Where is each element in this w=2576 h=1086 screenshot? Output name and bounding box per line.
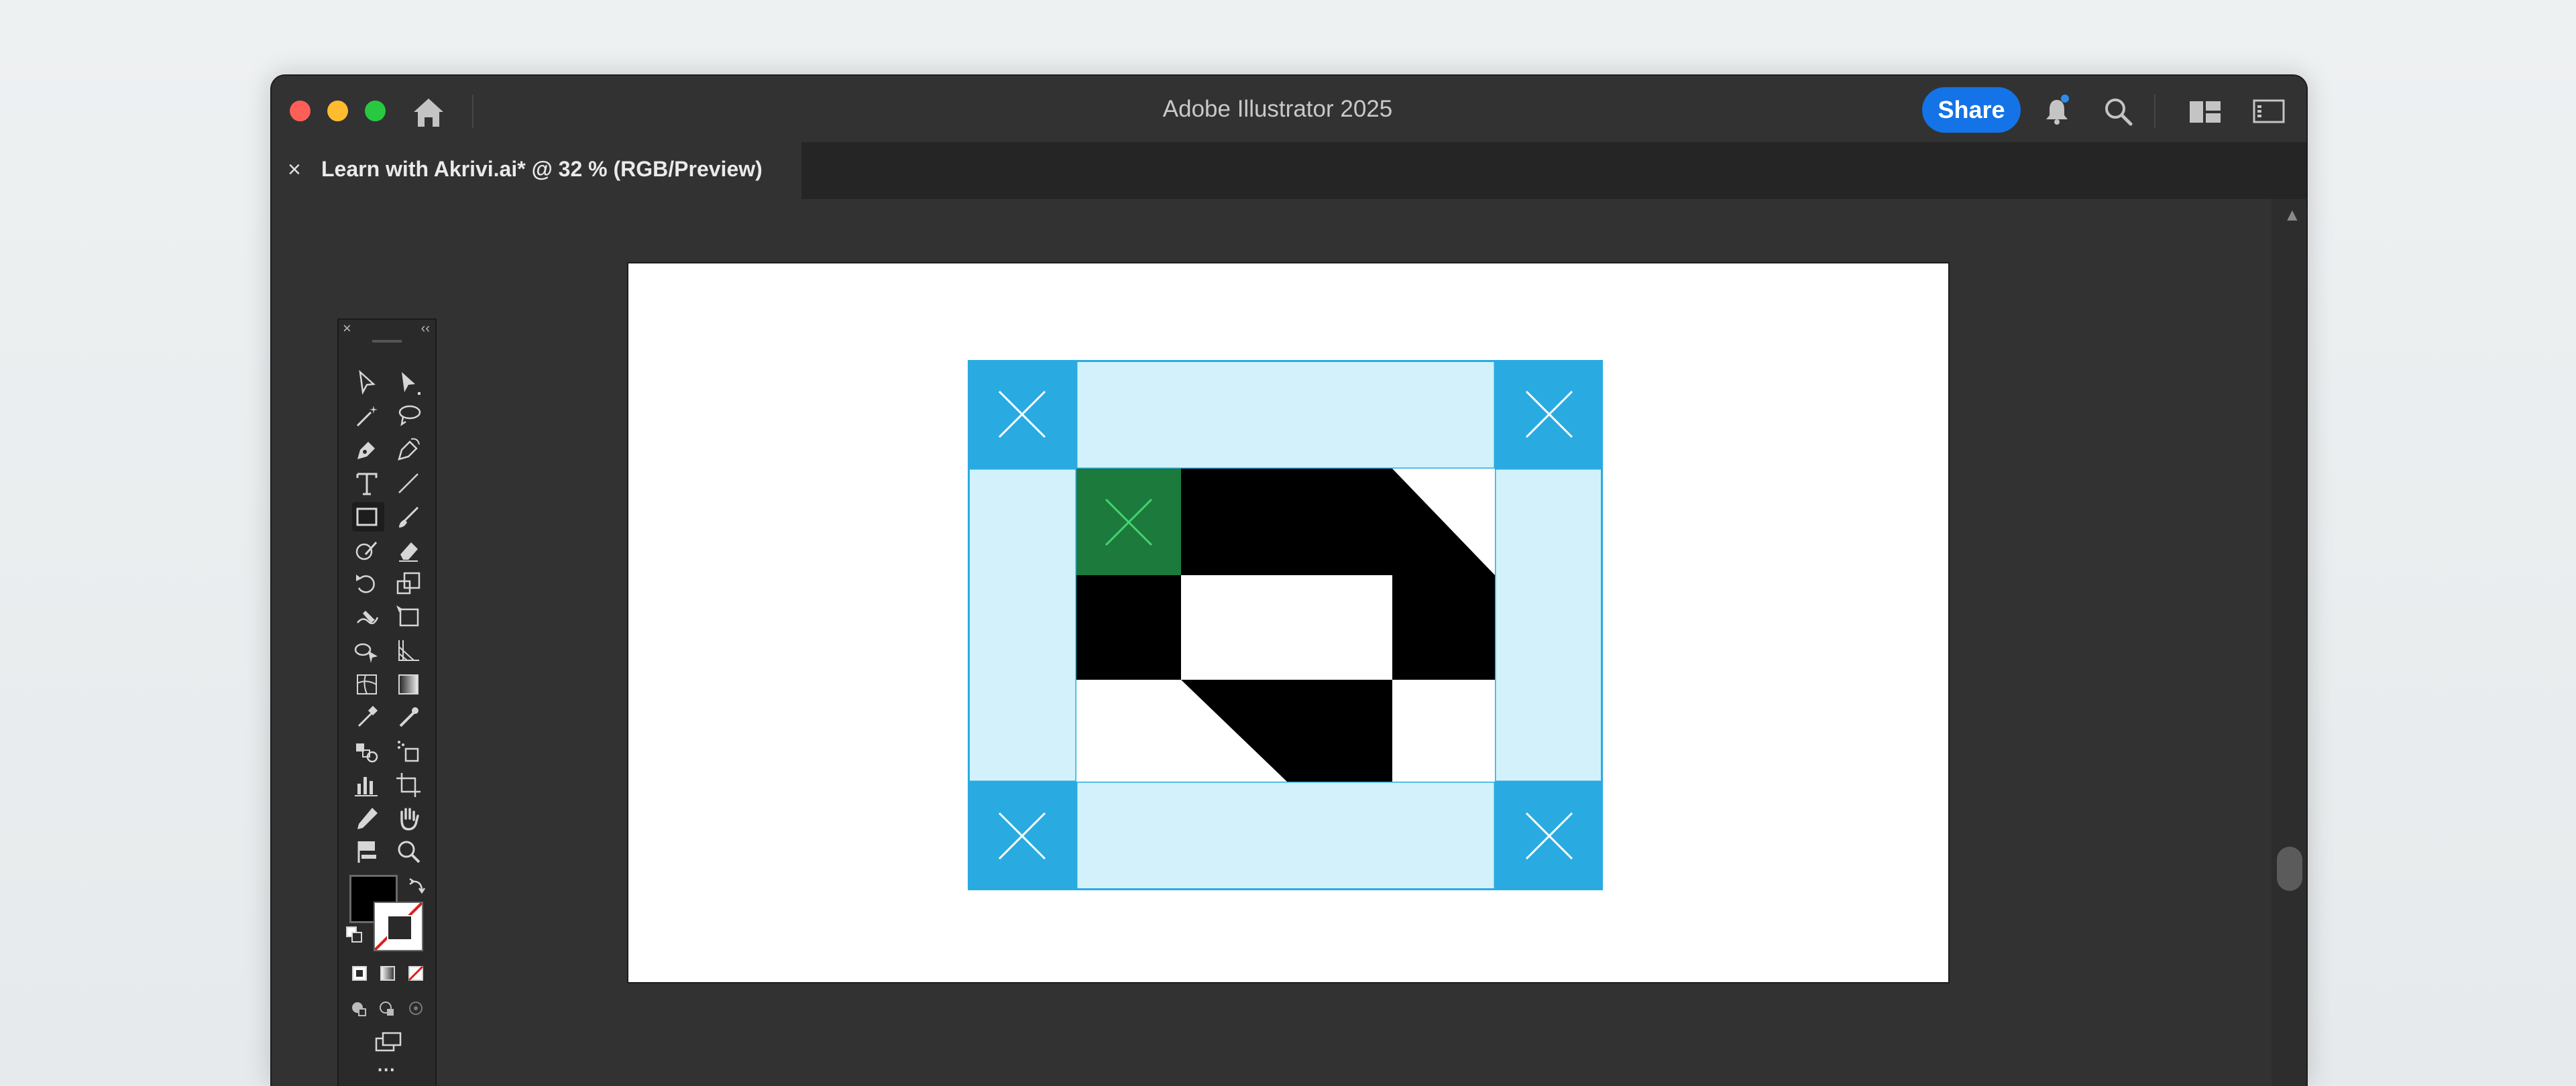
titlebar-divider [2154,95,2155,128]
shape-builder-tool-icon[interactable] [352,636,384,666]
window-minimize-button[interactable] [327,101,348,121]
type-tool-icon[interactable] [352,469,384,498]
draw-inside-icon[interactable] [404,997,427,1020]
tab-close-icon[interactable]: × [288,156,301,184]
gradient-mode-icon[interactable] [376,962,399,985]
direct-selection-tool-icon[interactable] [394,368,426,398]
column-graph-tool-icon[interactable] [352,770,384,800]
panel-grip[interactable] [372,340,402,343]
top-left-corner-slice [968,360,1076,469]
nine-slice-artwork[interactable] [968,360,1603,890]
document-tab[interactable]: × Learn with Akrivi.ai* @ 32 % (RGB/Prev… [272,142,801,199]
search-icon[interactable] [2101,95,2135,128]
swap-fill-stroke-icon[interactable] [406,875,429,898]
right-edge-slice [1494,467,1603,783]
scroll-up-icon[interactable]: ▲ [2284,204,2301,225]
magic-wand-tool-icon[interactable] [352,402,384,431]
title-bar: Adobe Illustrator 2025 Share [272,76,2306,142]
tools-panel: × ‹‹ ... [337,318,437,1086]
perspective-grid-tool-icon[interactable] [394,636,426,666]
panel-close-icon[interactable]: × [343,321,351,336]
bottom-edge-slice [1075,780,1496,890]
workspace-switcher-icon[interactable] [2188,95,2222,128]
app-title: Adobe Illustrator 2025 [1162,96,1393,122]
eraser-tool-icon[interactable] [394,536,426,565]
default-fill-stroke-icon[interactable] [344,924,367,947]
curvature-tool-icon[interactable] [394,435,426,465]
line-segment-tool-icon[interactable] [394,469,426,498]
free-transform-tool-icon[interactable] [394,603,426,632]
bottom-left-corner-slice [968,782,1076,890]
bottom-right-corner-slice [1495,782,1603,890]
bell-icon[interactable] [2040,95,2074,128]
window-close-button[interactable] [290,101,311,121]
scrollbar-thumb[interactable] [2277,847,2302,891]
titlebar-divider [472,95,473,128]
stroke-color-swatch[interactable] [374,902,423,951]
shaper-tool-icon[interactable] [352,536,384,565]
top-right-corner-slice [1495,360,1603,469]
document-tab-title: Learn with Akrivi.ai* @ 32 % (RGB/Previe… [321,157,763,181]
edit-toolbar-icon[interactable]: ... [376,1049,396,1076]
scale-tool-icon[interactable] [394,569,426,599]
warp-tool-icon[interactable] [352,603,384,632]
none-mode-icon[interactable] [404,962,427,985]
gradient-tool-icon[interactable] [394,670,426,699]
panel-collapse-icon[interactable]: ‹‹ [421,321,430,336]
paintbrush-tool-icon[interactable] [394,502,426,532]
rectangle-tool-icon[interactable] [352,502,384,532]
draw-normal-icon[interactable] [348,997,371,1020]
color-mode-icon[interactable] [348,962,371,985]
share-button[interactable]: Share [1922,87,2021,133]
blend-tool-icon[interactable] [352,737,384,766]
eyedropper-tool-icon[interactable] [352,703,384,733]
vertical-scrollbar[interactable]: ▲ [2272,199,2306,1086]
lasso-tool-icon[interactable] [394,402,426,431]
window-zoom-button[interactable] [365,101,386,121]
measure-tool-icon[interactable] [394,703,426,733]
draw-behind-icon[interactable] [376,997,399,1020]
rotate-tool-icon[interactable] [352,569,384,599]
panel-toggle-icon[interactable] [2252,95,2286,128]
center-slice-pattern [1076,469,1495,782]
highlight-cell [1076,469,1181,575]
home-icon[interactable] [410,93,447,131]
selection-tool-icon[interactable] [352,368,384,398]
mesh-tool-icon[interactable] [352,670,384,699]
slice-tool-icon[interactable] [352,804,384,833]
zoom-tool-icon[interactable] [394,837,426,867]
pen-tool-icon[interactable] [352,435,384,465]
symbol-sprayer-tool-icon[interactable] [394,737,426,766]
document-tab-bar: × Learn with Akrivi.ai* @ 32 % (RGB/Prev… [272,142,2306,199]
artboard-tool-icon[interactable] [394,770,426,800]
left-edge-slice [968,467,1078,783]
hand-tool-icon[interactable] [394,804,426,833]
print-tiling-tool-icon[interactable] [352,837,384,867]
top-edge-slice [1075,360,1496,470]
